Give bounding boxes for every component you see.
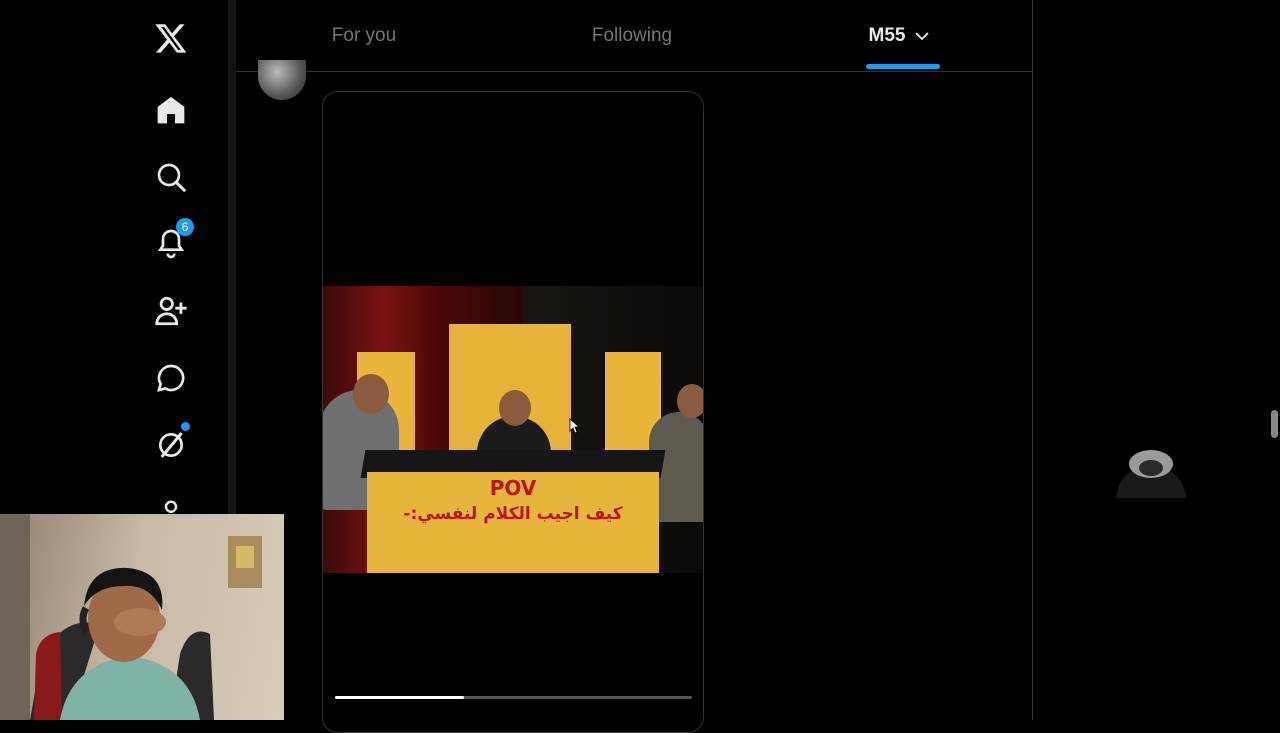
home-icon[interactable] <box>150 89 192 131</box>
x-logo-icon[interactable] <box>150 17 192 59</box>
search-icon[interactable] <box>150 156 192 198</box>
messages-icon[interactable] <box>150 357 192 399</box>
avatar[interactable] <box>258 60 306 100</box>
video-progress-fill <box>335 696 464 699</box>
grok-unread-dot <box>181 422 190 431</box>
webcam-overlay <box>0 514 284 720</box>
chevron-down-icon[interactable] <box>913 27 931 45</box>
video-caption-title: POV <box>489 476 537 500</box>
notifications-icon[interactable]: 6 <box>150 218 194 264</box>
webcam-streamer-image <box>0 514 262 720</box>
timeline-column: For you Following M55 POV كيف اجيب الكلا… <box>236 0 1033 733</box>
timeline-tabs: For you Following M55 <box>236 0 1032 72</box>
notification-count-badge: 6 <box>176 218 194 236</box>
person-right-head <box>677 384 703 418</box>
tab-following-label: Following <box>591 24 673 46</box>
active-tab-indicator <box>866 64 940 69</box>
follow-icon[interactable] <box>150 290 192 332</box>
mouse-cursor-icon <box>569 418 579 434</box>
person-left-head <box>353 374 389 414</box>
video-caption-text: كيف اجيب الكلام لنفسي:- <box>403 504 623 524</box>
tab-m55[interactable]: M55 <box>858 0 942 71</box>
grok-icon[interactable] <box>150 422 192 466</box>
tab-m55-label: M55 <box>868 24 906 46</box>
video-frame: POV كيف اجيب الكلام لنفسي:- <box>323 286 703 573</box>
hooded-avatar-icon <box>1116 450 1186 498</box>
video-player[interactable]: POV كيف اجيب الكلام لنفسي:- <box>322 91 704 733</box>
video-progress-bar[interactable] <box>335 696 692 699</box>
tab-for-you-label: For you <box>331 24 397 46</box>
person-center-head <box>499 390 531 426</box>
tab-for-you[interactable]: For you <box>316 0 412 71</box>
right-sidebar <box>1033 0 1280 720</box>
tab-following[interactable]: Following <box>576 0 688 71</box>
page-scrollbar[interactable] <box>1271 410 1278 438</box>
